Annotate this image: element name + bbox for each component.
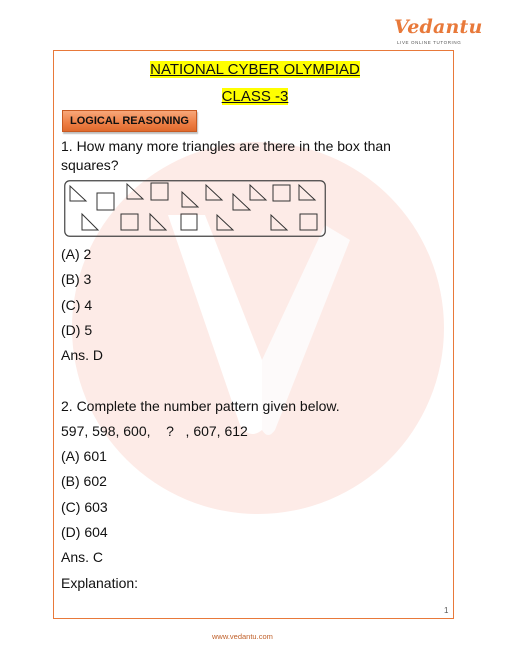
question-1-option-b: (B) 3 — [61, 271, 92, 287]
triangle-shape — [149, 212, 168, 231]
triangle-shape — [81, 212, 100, 231]
question-2-option-b: (B) 602 — [61, 473, 107, 489]
footer-url[interactable]: www.vedantu.com — [212, 632, 273, 641]
triangle-shape — [232, 192, 252, 211]
question-1-option-d: (D) 5 — [61, 322, 93, 338]
question-2-pattern: 597, 598, 600, ? , 607, 612 — [61, 423, 248, 439]
question-2-text: 2. Complete the number pattern given bel… — [61, 398, 340, 414]
square-shape — [96, 192, 115, 211]
question-2-option-a: (A) 601 — [61, 448, 107, 464]
triangle-shape — [69, 184, 88, 202]
triangle-shape — [126, 182, 145, 200]
shapes-figure — [64, 180, 326, 237]
question-1-option-a: (A) 2 — [61, 246, 92, 262]
question-1-answer: Ans. D — [61, 347, 104, 363]
square-shape — [120, 213, 139, 231]
page-number: 1 — [444, 606, 449, 615]
document-subtitle: CLASS -3 — [221, 88, 289, 105]
logo-wordmark: Vedantu — [394, 16, 483, 38]
triangle-shape — [205, 183, 224, 201]
triangle-shape — [298, 183, 317, 201]
triangle-shape — [181, 190, 200, 208]
triangle-shape — [249, 183, 268, 201]
document-title: NATIONAL CYBER OLYMPIAD — [150, 61, 360, 78]
logo-tagline: LIVE ONLINE TUTORING — [397, 40, 462, 45]
page-border — [53, 50, 454, 619]
section-tab-logical-reasoning: LOGICAL REASONING — [62, 110, 197, 132]
question-2-explanation-label: Explanation: — [61, 575, 139, 591]
square-shape — [180, 213, 198, 231]
question-2-option-d: (D) 604 — [61, 524, 108, 540]
square-shape — [150, 182, 169, 201]
question-1-option-c: (C) 4 — [61, 297, 93, 313]
question-2-option-c: (C) 603 — [61, 499, 108, 515]
square-shape — [299, 213, 318, 231]
square-shape — [272, 184, 291, 202]
vedantu-logo: Vedantu LIVE ONLINE TUTORING — [394, 16, 482, 46]
question-1-text: 1. How many more triangles are there in … — [61, 138, 391, 173]
triangle-shape — [216, 213, 235, 231]
question-2-answer: Ans. C — [61, 549, 104, 565]
triangle-shape — [270, 213, 289, 231]
